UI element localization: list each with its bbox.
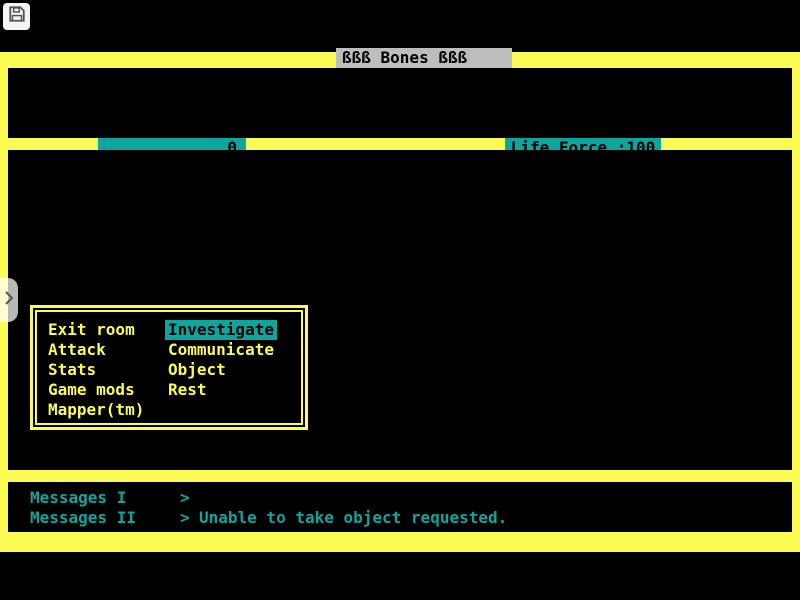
menu-item-exit-room[interactable]: Exit room xyxy=(48,320,135,340)
main-view-panel: Exit room Attack Stats Game mods Mapper(… xyxy=(8,150,792,470)
messages-1-label: Messages I xyxy=(30,488,126,508)
menu-item-attack[interactable]: Attack xyxy=(48,340,106,360)
menu-item-stats[interactable]: Stats xyxy=(48,360,96,380)
menu-item-rest[interactable]: Rest xyxy=(168,380,207,400)
menu-item-object[interactable]: Object xyxy=(168,360,226,380)
game-title: ßßß Bones ßßß xyxy=(336,48,512,68)
menu-item-communicate[interactable]: Communicate xyxy=(168,340,274,360)
save-state-button[interactable] xyxy=(3,3,30,30)
floppy-disk-icon xyxy=(8,5,26,28)
menu-item-game-mods[interactable]: Game mods xyxy=(48,380,135,400)
messages-2-text: Unable to take object requested. xyxy=(199,508,507,528)
chevron-right-icon xyxy=(3,288,15,313)
menu-item-mapper[interactable]: Mapper(tm) xyxy=(48,400,144,420)
game-window: ßßß Bones ßßß SCORE: 0 Life Force :100 B… xyxy=(0,0,800,600)
action-menu: Exit room Attack Stats Game mods Mapper(… xyxy=(30,305,308,430)
messages-panel: Messages I > Messages II > Unable to tak… xyxy=(8,482,792,532)
side-panel-toggle[interactable] xyxy=(0,278,18,322)
hud-panel: SCORE: 0 Life Force :100 Booty:0 Armor:1… xyxy=(8,68,792,138)
messages-2-label: Messages II xyxy=(30,508,136,528)
menu-item-investigate-selected[interactable]: Investigate xyxy=(165,320,277,340)
messages-2-prompt: > xyxy=(180,508,190,528)
messages-1-prompt: > xyxy=(180,488,190,508)
